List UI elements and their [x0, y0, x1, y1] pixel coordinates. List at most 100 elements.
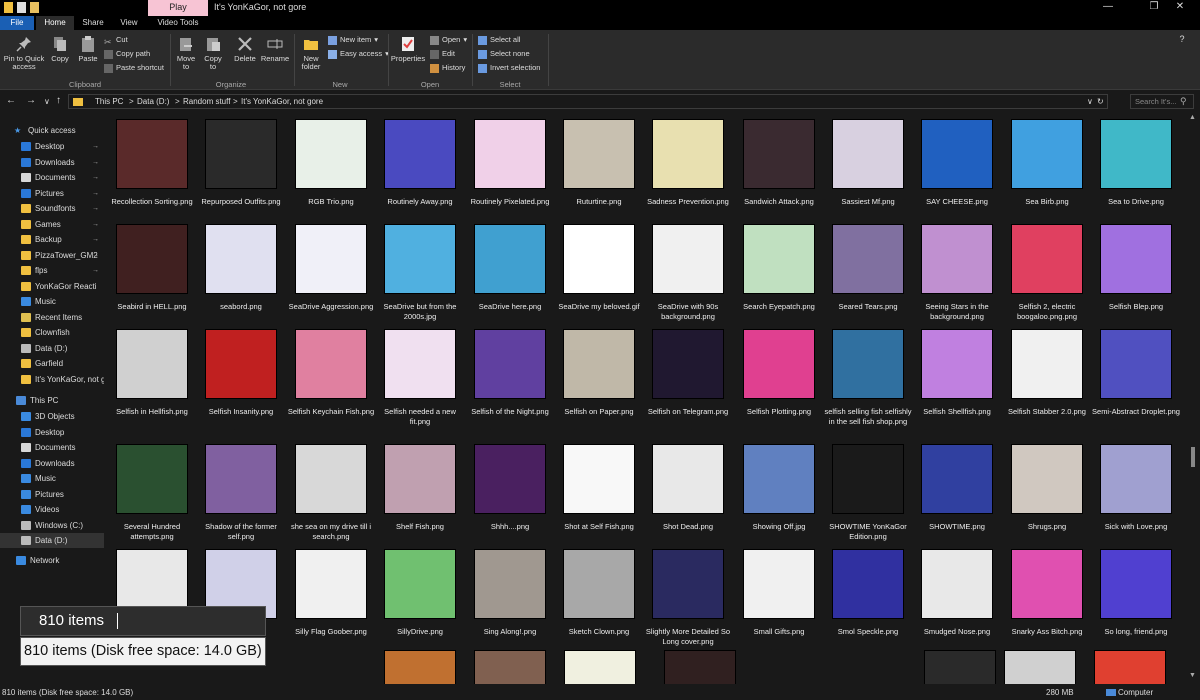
tab-view[interactable]: View	[112, 16, 146, 30]
sidebar-item-quick-0[interactable]: Desktop →	[0, 139, 104, 154]
new-folder-button[interactable]: New folder	[296, 36, 326, 71]
file-tile[interactable]: SeaDrive here.png	[466, 220, 550, 325]
pin-icon[interactable]: →	[92, 217, 99, 232]
file-tile[interactable]: Selfish on Paper.png	[555, 325, 639, 430]
file-tile[interactable]: RGB Trio.png	[287, 115, 371, 220]
file-tile[interactable]: SeaDrive with 90s background.png	[644, 220, 728, 325]
sidebar-network[interactable]: Network	[0, 553, 104, 568]
file-tile[interactable]: Selfish on Telegram.png	[644, 325, 728, 430]
file-tile[interactable]: Sadness Prevention.png	[644, 115, 729, 220]
sidebar-item-quick-3[interactable]: Pictures →	[0, 186, 104, 201]
file-tile[interactable]: Selfish of the Night.png	[466, 325, 550, 430]
easy-access-button[interactable]: Easy access ▾	[328, 48, 389, 60]
sidebar-item-quick-11[interactable]: Recent Items	[0, 310, 104, 325]
breadcrumb-data-d[interactable]: Data (D:)	[137, 95, 169, 108]
file-tile[interactable]: Snarky Ass Bitch.png	[1003, 545, 1087, 650]
file-tile[interactable]: Selfish Insanity.png	[197, 325, 281, 430]
sidebar-item-pc-4[interactable]: Music	[0, 471, 104, 486]
breadcrumb-random-stuff[interactable]: Random stuff	[183, 95, 230, 108]
file-tile[interactable]: seabord.png	[197, 220, 281, 325]
file-tile[interactable]: Sing Along!.png	[466, 545, 550, 650]
refresh-icon[interactable]: ↻	[1097, 95, 1104, 108]
file-tile[interactable]: Selfish in Hellfish.png	[108, 325, 192, 430]
sidebar-item-quick-7[interactable]: PizzaTower_GM2 →	[0, 248, 104, 263]
tab-file[interactable]: File	[0, 16, 34, 30]
sidebar-item-quick-10[interactable]: Music	[0, 294, 104, 309]
pin-icon[interactable]: →	[92, 201, 99, 216]
tab-home[interactable]: Home	[36, 16, 74, 30]
sidebar-this-pc[interactable]: This PC	[0, 393, 104, 408]
file-tile[interactable]: Seabird in HELL.png	[108, 220, 192, 325]
file-tile[interactable]: selfish selling fish selfishly in the se…	[824, 325, 912, 430]
sidebar-item-quick-1[interactable]: Downloads →	[0, 155, 104, 170]
breadcrumb-this-pc[interactable]: This PC	[95, 95, 123, 108]
pin-icon[interactable]: →	[92, 248, 99, 263]
file-tile[interactable]: Selfish Plotting.png	[735, 325, 819, 430]
new-folder-icon[interactable]	[30, 2, 39, 13]
address-bar[interactable]: This PC > Data (D:) > Random stuff > It'…	[68, 94, 1108, 109]
file-tile[interactable]: Shot at Self Fish.png	[555, 440, 639, 545]
file-tile[interactable]: she sea on my drive till i search.png	[287, 440, 371, 545]
close-icon[interactable]: ✕	[1160, 0, 1200, 16]
pin-icon[interactable]: →	[92, 263, 99, 278]
file-tile[interactable]: Sandwich Attack.png	[735, 115, 819, 220]
up-icon[interactable]: ↑	[56, 95, 61, 106]
file-tile[interactable]: Routinely Away.png	[376, 115, 460, 220]
delete-button[interactable]: Delete	[232, 36, 258, 63]
copy-button[interactable]: Copy	[48, 36, 72, 63]
help-icon[interactable]: ?	[1172, 32, 1192, 48]
file-tile[interactable]: Selfish needed a new fit.png	[376, 325, 460, 430]
rename-button[interactable]: Rename	[260, 36, 290, 63]
move-to-button[interactable]: Move to	[174, 36, 198, 71]
sidebar-item-quick-6[interactable]: Backup →	[0, 232, 104, 247]
sidebar-item-pc-0[interactable]: 3D Objects	[0, 409, 104, 424]
pin-icon[interactable]: →	[92, 232, 99, 247]
file-tile[interactable]: Sassiest Mf.png	[824, 115, 908, 220]
file-tile[interactable]: Showing Off.jpg	[735, 440, 819, 545]
scroll-down-icon[interactable]: ▼	[1189, 672, 1196, 679]
sidebar-item-pc-6[interactable]: Videos	[0, 502, 104, 517]
properties-button[interactable]: Properties	[390, 36, 426, 63]
file-thumbnail[interactable]	[1094, 650, 1166, 684]
file-tile[interactable]: So long, friend.png	[1092, 545, 1176, 650]
sidebar-item-pc-3[interactable]: Downloads	[0, 456, 104, 471]
sidebar-item-quick-2[interactable]: Documents →	[0, 170, 104, 185]
file-tile[interactable]: Several Hundred attempts.png	[108, 440, 192, 545]
save-icon[interactable]	[4, 2, 13, 13]
edit-button[interactable]: Edit	[430, 48, 455, 60]
file-tile[interactable]: Selfish Blep.png	[1092, 220, 1176, 325]
file-tile[interactable]: Shelf Fish.png	[376, 440, 460, 545]
pin-icon[interactable]: →	[92, 186, 99, 201]
tab-video-tools[interactable]: Video Tools	[152, 16, 204, 30]
file-thumbnail[interactable]	[664, 650, 736, 684]
sidebar-item-pc-2[interactable]: Documents	[0, 440, 104, 455]
file-tile[interactable]: Routinely Pixelated.png	[466, 115, 550, 220]
file-tile[interactable]: Semi-Abstract Droplet.png	[1092, 325, 1180, 430]
minimize-icon[interactable]: —	[1088, 0, 1128, 16]
file-tile[interactable]: Selfish Keychain Fish.png	[287, 325, 374, 430]
select-none-button[interactable]: Select none	[478, 48, 530, 60]
recent-locations-icon[interactable]: ∨	[44, 97, 50, 106]
file-tile[interactable]: SeaDrive Aggression.png	[287, 220, 373, 325]
file-tile[interactable]: Small Gifts.png	[735, 545, 819, 650]
file-tile[interactable]: Smudged Nose.png	[913, 545, 997, 650]
tab-share[interactable]: Share	[76, 16, 110, 30]
properties-icon[interactable]	[17, 2, 26, 13]
file-tile[interactable]: Shhh....png	[466, 440, 550, 545]
file-tile[interactable]: Shrugs.png	[1003, 440, 1087, 545]
back-icon[interactable]: ←	[6, 95, 16, 106]
history-button[interactable]: History	[430, 62, 465, 74]
file-tile[interactable]: SillyDrive.png	[376, 545, 460, 650]
file-tile[interactable]: Silly Flag Goober.png	[287, 545, 371, 650]
file-tile[interactable]: SAY CHEESE.png	[913, 115, 997, 220]
file-tile[interactable]: SeaDrive my beloved.gif	[555, 220, 640, 325]
copy-path-button[interactable]: Copy path	[104, 48, 150, 60]
open-button[interactable]: Open ▾	[430, 34, 467, 46]
file-tile[interactable]: Seeing Stars in the background.png	[913, 220, 997, 325]
sidebar-item-quick-4[interactable]: Soundfonts →	[0, 201, 104, 216]
file-tile[interactable]: SHOWTIME.png	[913, 440, 997, 545]
file-tile[interactable]: Sketch Clown.png	[555, 545, 639, 650]
sidebar-item-quick-5[interactable]: Games →	[0, 217, 104, 232]
select-all-button[interactable]: Select all	[478, 34, 520, 46]
scroll-up-icon[interactable]: ▲	[1189, 114, 1196, 121]
